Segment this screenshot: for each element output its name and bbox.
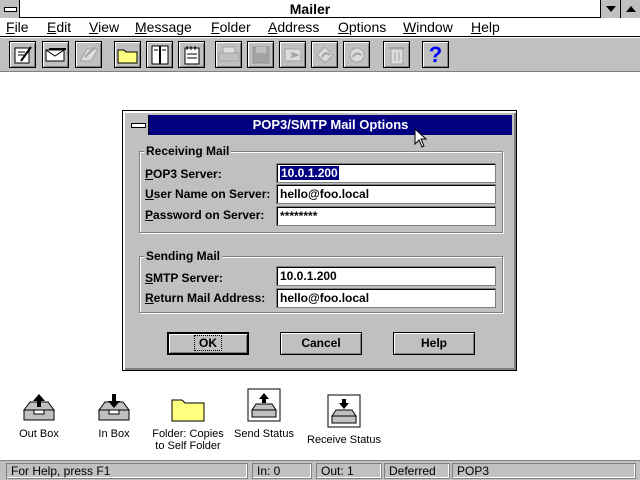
triangle-up-icon bbox=[625, 6, 636, 12]
folder-icon bbox=[171, 399, 205, 422]
ok-button[interactable]: OK bbox=[167, 332, 249, 355]
compose-button[interactable] bbox=[9, 41, 36, 68]
user-name-label: User Name on Server: bbox=[145, 187, 271, 201]
help-button[interactable]: ? bbox=[422, 41, 449, 68]
send-status-label: Send Status bbox=[234, 428, 294, 440]
status-help-text: For Help, press F1 bbox=[6, 463, 248, 479]
forward-icon bbox=[284, 48, 301, 61]
maximize-button[interactable] bbox=[620, 0, 640, 18]
compose-pencil-icon bbox=[14, 45, 32, 63]
cancel-button[interactable]: Cancel bbox=[280, 332, 362, 355]
receiving-mail-label: Receiving Mail bbox=[144, 144, 232, 158]
triangle-down-icon bbox=[605, 6, 616, 12]
reply-all-icon bbox=[349, 47, 364, 62]
printer-icon bbox=[218, 46, 239, 61]
notepad-button[interactable] bbox=[178, 41, 205, 68]
window-title: Mailer bbox=[289, 1, 331, 17]
status-out-count: Out: 1 bbox=[316, 463, 382, 479]
status-in-count: In: 0 bbox=[252, 463, 312, 479]
reply-all-button[interactable] bbox=[343, 41, 370, 68]
inbox-tray-icon bbox=[98, 394, 130, 421]
copies-folder-label: Folder: Copies to Self Folder bbox=[152, 428, 224, 452]
outbox-label: Out Box bbox=[19, 428, 59, 440]
address-book-button[interactable] bbox=[146, 41, 173, 68]
password-label: Password on Server: bbox=[145, 208, 265, 222]
menu-window[interactable]: Window bbox=[403, 19, 453, 36]
return-address-label: Return Mail Address: bbox=[145, 291, 266, 305]
desktop-icon-copies-folder[interactable]: Folder: Copies to Self Folder bbox=[148, 396, 228, 452]
address-book-icon bbox=[151, 45, 168, 64]
save-button[interactable] bbox=[247, 41, 274, 68]
sending-mail-label: Sending Mail bbox=[144, 249, 223, 263]
read-button[interactable] bbox=[42, 41, 69, 68]
ok-button-label: OK bbox=[194, 335, 222, 351]
receive-status-icon bbox=[327, 394, 361, 428]
mouse-pointer-icon bbox=[414, 128, 428, 148]
menu-bar: File Edit View Message Folder Address Op… bbox=[0, 18, 640, 37]
window-title-bar: Mailer bbox=[0, 0, 640, 18]
menu-help[interactable]: Help bbox=[471, 19, 500, 36]
dialog-help-button[interactable]: Help bbox=[393, 332, 475, 355]
signature-icon bbox=[78, 45, 99, 61]
menu-view[interactable]: View bbox=[89, 19, 119, 36]
pop3-server-input[interactable]: 10.0.1.200 bbox=[276, 163, 496, 183]
desktop-icon-send-status[interactable]: Send Status bbox=[230, 388, 298, 440]
dialog-title: POP3/SMTP Mail Options bbox=[252, 117, 409, 132]
system-menu-button[interactable] bbox=[0, 0, 20, 18]
disk-icon bbox=[252, 46, 269, 63]
user-name-input[interactable]: hello@foo.local bbox=[276, 184, 496, 204]
menu-file[interactable]: File bbox=[6, 19, 29, 36]
desktop-icon-inbox[interactable]: In Box bbox=[88, 392, 140, 440]
status-protocol: POP3 bbox=[452, 463, 636, 479]
send-status-icon bbox=[247, 388, 281, 422]
smtp-server-label: SMTP Server: bbox=[145, 271, 223, 285]
desktop-icon-receive-status[interactable]: Receive Status bbox=[302, 394, 386, 446]
open-folder-button[interactable] bbox=[114, 41, 141, 68]
menu-folder[interactable]: Folder bbox=[211, 19, 251, 36]
reply-icon bbox=[315, 45, 334, 64]
menu-message[interactable]: Message bbox=[135, 19, 192, 36]
menu-options[interactable]: Options bbox=[338, 19, 386, 36]
dialog-title-bar: POP3/SMTP Mail Options bbox=[127, 115, 512, 135]
print-button[interactable] bbox=[215, 41, 242, 68]
dialog-system-menu-button[interactable] bbox=[127, 115, 149, 135]
status-bar: For Help, press F1 In: 0 Out: 1 Deferred… bbox=[0, 460, 640, 480]
pop3-server-value: 10.0.1.200 bbox=[280, 166, 339, 180]
desktop-icon-outbox[interactable]: Out Box bbox=[10, 392, 68, 440]
minimize-button[interactable] bbox=[600, 0, 620, 18]
menu-address[interactable]: Address bbox=[268, 19, 319, 36]
reply-button[interactable] bbox=[311, 41, 338, 68]
outbox-tray-icon bbox=[23, 394, 55, 421]
password-input[interactable]: ******** bbox=[276, 206, 496, 226]
receive-status-label: Receive Status bbox=[307, 434, 381, 446]
delete-button[interactable] bbox=[383, 41, 410, 68]
return-address-input[interactable]: hello@foo.local bbox=[276, 288, 496, 308]
sign-button[interactable] bbox=[75, 41, 102, 68]
trash-can-icon bbox=[388, 46, 405, 64]
question-mark-icon: ? bbox=[428, 41, 443, 67]
toolbar: ? bbox=[0, 38, 640, 72]
inbox-label: In Box bbox=[98, 428, 130, 440]
status-mode: Deferred bbox=[384, 463, 450, 479]
folder-icon bbox=[117, 49, 137, 63]
notepad-icon bbox=[184, 45, 199, 64]
menu-edit[interactable]: Edit bbox=[47, 19, 71, 36]
forward-button[interactable] bbox=[279, 41, 306, 68]
smtp-server-input[interactable]: 10.0.1.200 bbox=[276, 266, 496, 286]
pop3-smtp-options-dialog: POP3/SMTP Mail Options Receiving Mail PO… bbox=[122, 110, 517, 371]
pop3-server-label: POP3 Server: bbox=[145, 167, 222, 181]
envelopes-icon bbox=[45, 47, 66, 61]
